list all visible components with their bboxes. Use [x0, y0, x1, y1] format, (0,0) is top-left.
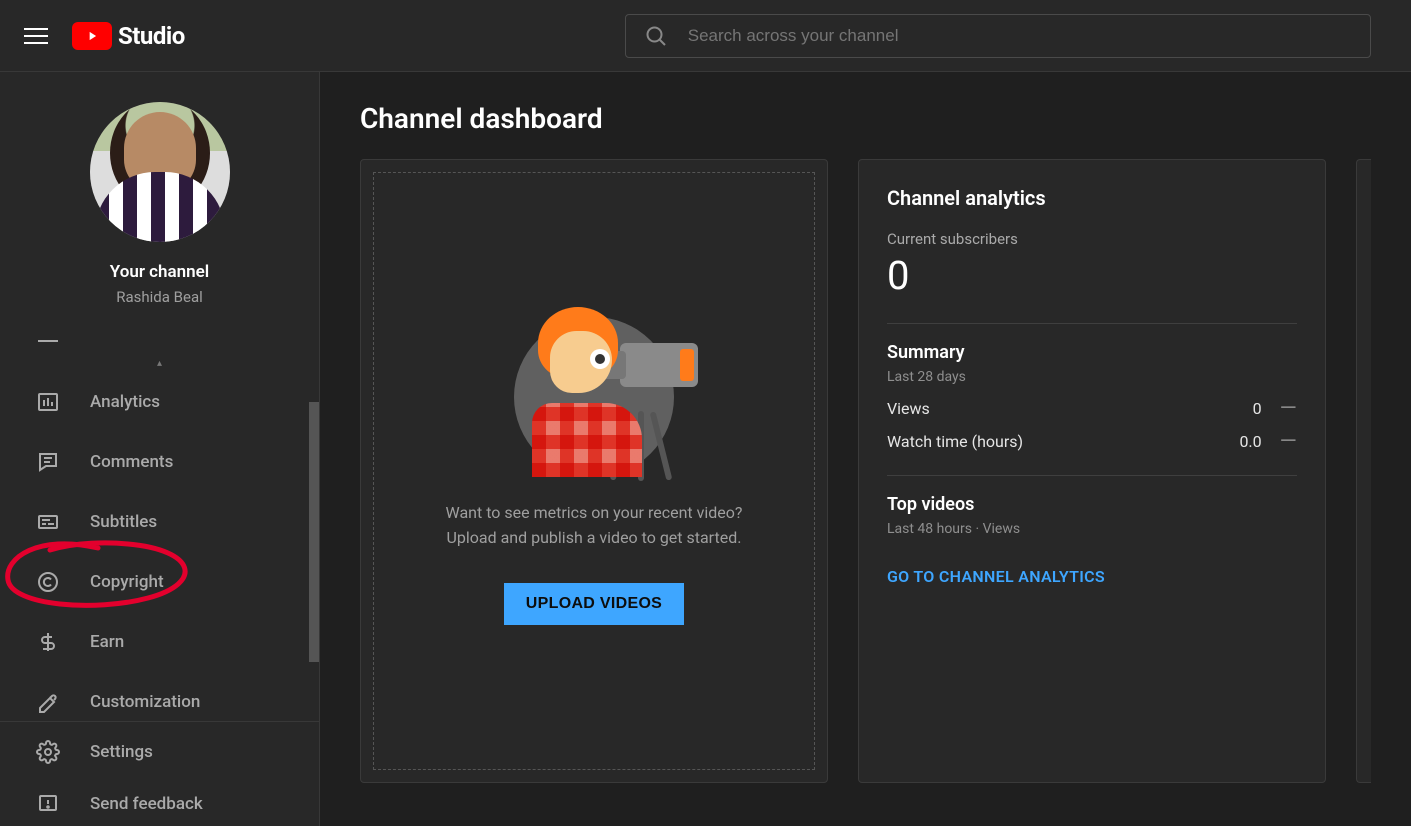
subtitles-icon [34, 508, 62, 536]
search-icon [644, 24, 668, 48]
summary-subtitle: Last 28 days [887, 369, 1297, 385]
metric-label: Views [887, 399, 1253, 418]
sidebar-item-earn[interactable]: Earn [0, 612, 319, 672]
subscribers-label: Current subscribers [887, 230, 1297, 248]
subscribers-count: 0 [887, 252, 1297, 299]
search-input[interactable] [688, 26, 1352, 46]
channel-profile: Your channel Rashida Beal [0, 72, 319, 316]
customization-icon [34, 688, 62, 716]
avatar[interactable] [90, 102, 230, 242]
sidebar-item-label: Comments [90, 452, 173, 472]
upload-card: Want to see metrics on your recent video… [360, 159, 828, 783]
sidebar-item-label: Analytics [90, 392, 160, 412]
logo-text: Studio [118, 22, 185, 50]
copyright-icon [34, 568, 62, 596]
analytics-icon [34, 388, 62, 416]
analytics-card: Channel analytics Current subscribers 0 … [858, 159, 1326, 783]
next-card-peek [1356, 159, 1371, 783]
sidebar-item-subtitles[interactable]: Subtitles [0, 492, 319, 552]
sidebar-item-label: Copyright [90, 572, 164, 592]
top-videos-title: Top videos [887, 494, 1297, 515]
scroll-up-caret-icon: ▴ [157, 358, 162, 369]
sidebar-item-label: Settings [90, 742, 153, 762]
sidebar-item-label: Subtitles [90, 512, 157, 532]
comments-icon [34, 448, 62, 476]
sidebar-nav: ▴ Analytics Comments Subtitles [0, 326, 319, 721]
sidebar-item-comments[interactable]: Comments [0, 432, 319, 492]
upload-text-2: Upload and publish a video to get starte… [447, 528, 742, 547]
hamburger-menu[interactable] [0, 24, 72, 48]
app-header: Studio [0, 0, 1411, 72]
youtube-studio-logo[interactable]: Studio [72, 22, 185, 50]
metric-watch-time: Watch time (hours) 0.0 — [887, 432, 1297, 451]
earn-icon [34, 628, 62, 656]
sidebar-item-analytics[interactable]: Analytics [0, 372, 319, 432]
upload-illustration [514, 317, 674, 477]
upload-text-1: Want to see metrics on your recent video… [446, 503, 743, 522]
page-title: Channel dashboard [360, 102, 1371, 135]
sidebar-item-partial[interactable] [0, 326, 319, 358]
search-bar[interactable] [625, 14, 1371, 58]
summary-title: Summary [887, 342, 1297, 363]
main-content: Channel dashboard Want to see metrics on… [320, 72, 1411, 826]
scrollbar[interactable] [309, 402, 319, 662]
metric-label: Watch time (hours) [887, 432, 1239, 451]
sidebar-item-label: Send feedback [90, 794, 203, 814]
sidebar-footer: Settings Send feedback [0, 721, 319, 826]
metric-views: Views 0 — [887, 399, 1297, 418]
sidebar-item-copyright[interactable]: Copyright [0, 552, 319, 612]
metric-value: 0 [1253, 399, 1262, 418]
metric-value: 0.0 [1239, 432, 1261, 451]
upload-videos-button[interactable]: UPLOAD VIDEOS [504, 583, 684, 625]
profile-label: Your channel [110, 262, 209, 282]
sidebar-item-label: Earn [90, 632, 124, 652]
top-videos-subtitle: Last 48 hours · Views [887, 521, 1297, 537]
feedback-icon [34, 790, 62, 818]
sidebar-item-customization[interactable]: Customization [0, 672, 319, 721]
analytics-heading: Channel analytics [887, 186, 1297, 210]
sidebar: Your channel Rashida Beal ▴ Analytics Co… [0, 72, 320, 826]
profile-name: Rashida Beal [116, 288, 203, 306]
sidebar-item-settings[interactable]: Settings [0, 722, 319, 782]
go-to-analytics-link[interactable]: GO TO CHANNEL ANALYTICS [887, 567, 1105, 586]
sidebar-item-feedback[interactable]: Send feedback [0, 782, 319, 826]
sidebar-item-label: Customization [90, 692, 200, 712]
upload-dropzone[interactable]: Want to see metrics on your recent video… [373, 172, 815, 770]
youtube-play-icon [72, 22, 112, 50]
hamburger-icon [24, 24, 48, 48]
gear-icon [34, 738, 62, 766]
